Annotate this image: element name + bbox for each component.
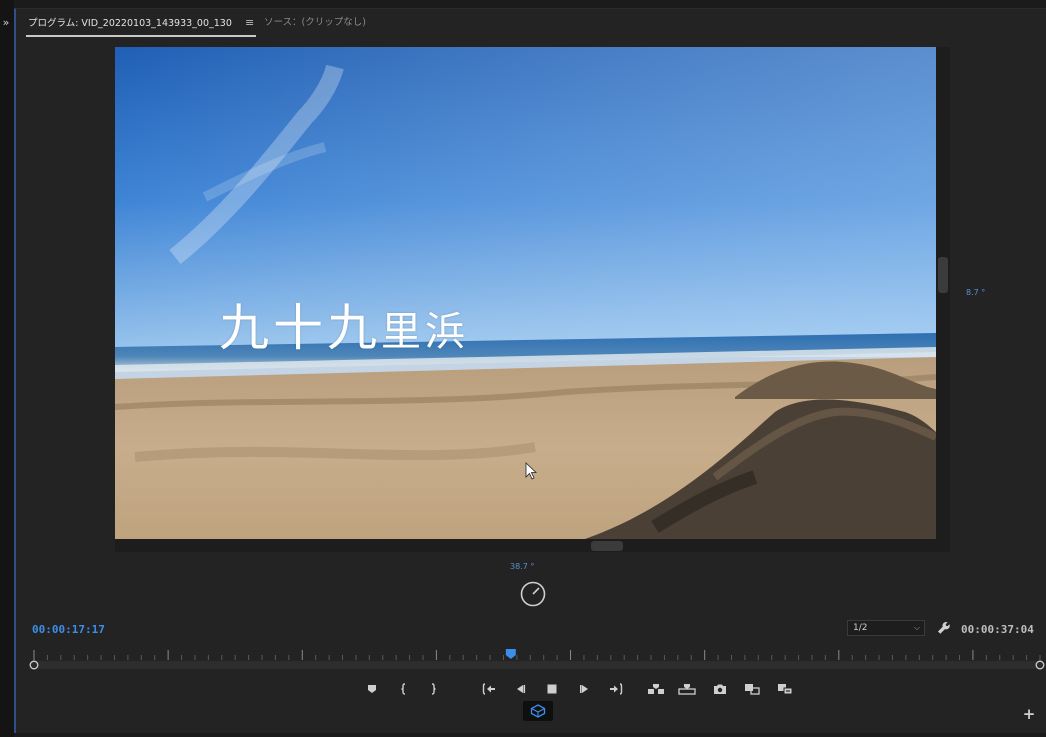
step-back-button[interactable] [509, 680, 531, 698]
playhead-timecode[interactable]: 00:00:17:17 [32, 623, 105, 636]
insert-icon [648, 684, 664, 694]
vr-rotation-dial-icon[interactable] [520, 581, 546, 607]
panel-tabs: プログラム: VID_20220103_143933_00_130 ≡ ソース：… [26, 13, 1046, 37]
go-to-in-icon [482, 683, 495, 695]
vr-video-toggle-button[interactable] [523, 701, 553, 721]
mark-in-icon [401, 683, 406, 695]
add-button[interactable]: + [1022, 707, 1036, 722]
zoom-level-select[interactable]: 1/2 ⌵ [847, 620, 925, 636]
chevron-down-icon: ⌵ [913, 623, 920, 632]
horizontal-pan-handle[interactable] [591, 541, 623, 551]
program-monitor-panel: プログラム: VID_20220103_143933_00_130 ≡ ソース：… [14, 8, 1046, 733]
vr-vertical-readout[interactable]: 8.7 ° [966, 288, 985, 297]
toggle-proxies-button[interactable] [774, 680, 796, 698]
scrub-track[interactable] [34, 661, 1040, 669]
in-point-handle[interactable] [29, 660, 39, 670]
go-to-out-button[interactable] [605, 680, 627, 698]
add-marker-button[interactable] [361, 680, 383, 698]
stop-icon [547, 684, 557, 694]
export-frame-icon [714, 684, 726, 694]
duration-timecode: 00:00:37:04 [961, 623, 1034, 636]
tab-source[interactable]: ソース：(クリップなし) [264, 13, 366, 35]
step-forward-button[interactable] [574, 680, 596, 698]
overwrite-icon [678, 684, 696, 695]
export-frame-button[interactable] [709, 680, 731, 698]
zoom-level-value: 1/2 [853, 623, 868, 633]
ruler-ticks [33, 650, 1041, 660]
panel-expand-icon[interactable]: » [0, 16, 12, 30]
mouse-cursor-icon [525, 462, 537, 480]
mark-out-button[interactable] [422, 680, 444, 698]
out-point-handle[interactable] [1035, 660, 1045, 670]
go-to-out-icon [610, 683, 623, 695]
playhead-marker[interactable] [505, 649, 516, 659]
time-ruler[interactable] [26, 645, 1046, 681]
tab-source-label: ソース：(クリップなし) [264, 17, 366, 28]
mark-in-button[interactable] [393, 680, 415, 698]
tab-program-label: プログラム: VID_20220103_143933_00_130 [28, 18, 232, 29]
vertical-pan-handle[interactable] [938, 257, 948, 293]
vr-horizontal-readout[interactable]: 38.7 ° [510, 562, 534, 571]
hamburger-menu-icon[interactable]: ≡ [245, 13, 254, 33]
tab-program[interactable]: プログラム: VID_20220103_143933_00_130 ≡ [26, 13, 257, 37]
vr-video-icon [530, 704, 546, 718]
insert-button[interactable] [645, 680, 667, 698]
toggle-proxies-icon [778, 684, 793, 695]
comparison-view-icon [745, 684, 760, 695]
left-gutter: » [0, 0, 14, 737]
step-forward-icon [580, 685, 588, 693]
title-overlay-small: 里浜 [381, 309, 469, 355]
settings-wrench-icon[interactable] [937, 621, 951, 635]
mark-out-icon [431, 683, 436, 695]
comparison-view-button[interactable] [741, 680, 763, 698]
add-marker-icon [368, 685, 376, 693]
frame-edge-bottom [115, 539, 950, 552]
stop-button[interactable] [541, 680, 563, 698]
go-to-in-button[interactable] [478, 680, 500, 698]
overwrite-button[interactable] [676, 680, 698, 698]
title-overlay-large: 九十九 [219, 299, 381, 357]
step-back-icon [517, 685, 526, 693]
video-title-overlay: 九十九里浜 [219, 288, 469, 360]
frame-edge-right [936, 47, 950, 552]
video-preview[interactable]: 九十九里浜 [115, 47, 936, 539]
